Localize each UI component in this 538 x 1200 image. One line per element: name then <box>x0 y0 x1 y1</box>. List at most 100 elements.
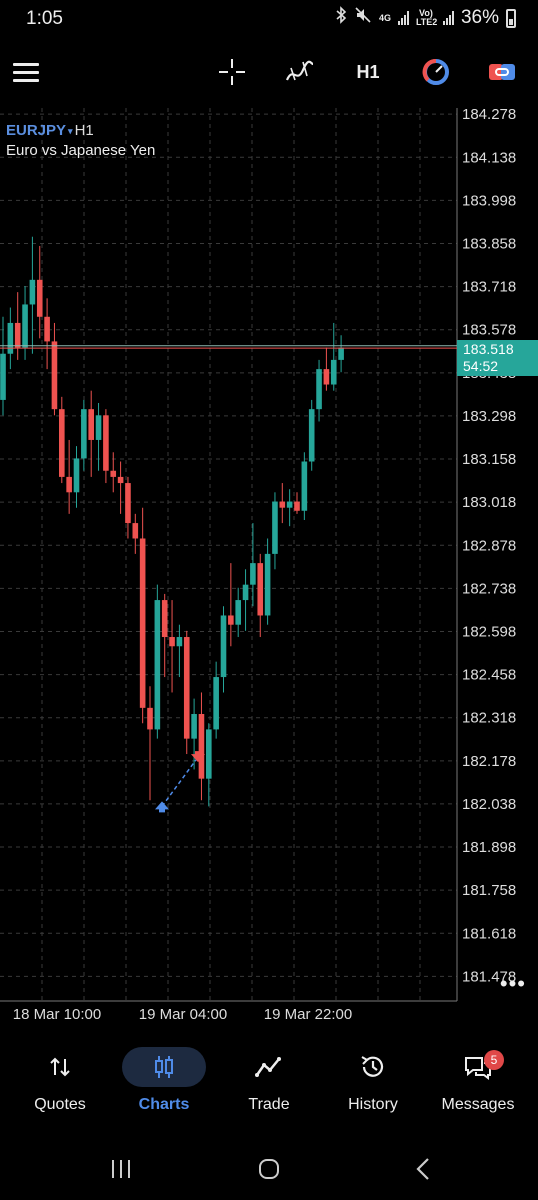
nav-messages-label: Messages <box>441 1096 515 1113</box>
candle-body <box>0 353 6 400</box>
candle-body <box>66 476 72 493</box>
nav-quotes-label: Quotes <box>34 1096 86 1113</box>
y-tick-label: 182.598 <box>462 623 516 640</box>
battery-percent: 36% <box>460 7 499 28</box>
candle-body <box>44 316 50 342</box>
network-volte: Vo) LTE2 <box>415 8 438 27</box>
candle-body <box>59 409 65 477</box>
candle-body <box>169 637 175 647</box>
messages-icon <box>428 1046 528 1088</box>
candle-body <box>51 341 58 410</box>
candlestick-chart[interactable]: 184.278 184.138 183.998 183.858 183.718 183.5… <box>0 108 538 1032</box>
candle-body <box>88 409 94 440</box>
nav-quotes[interactable]: Quotes <box>10 1046 110 1122</box>
nav-trade-label: Trade <box>248 1096 290 1113</box>
bottom-navigation: Quotes Charts Trade History 5 Messages <box>0 1040 538 1124</box>
timeframe-button[interactable]: H1 <box>350 54 386 90</box>
price-chart[interactable]: 184.278 184.138 183.998 183.858 183.718 183.5… <box>0 108 538 1032</box>
chart-toolbar: H1 <box>0 40 538 104</box>
candle-body <box>147 707 153 730</box>
candle-body <box>183 637 190 739</box>
buy-arrow-icon <box>155 801 169 813</box>
candle-body <box>161 600 168 638</box>
candle-body <box>36 279 43 317</box>
home-icon[interactable] <box>256 1156 282 1182</box>
y-tick-label: 182.878 <box>462 537 516 554</box>
candle-body <box>132 523 139 539</box>
current-price-value: 183.518 <box>463 341 514 358</box>
candle-body <box>22 304 28 348</box>
mute-icon <box>354 6 372 30</box>
candle-body <box>206 729 212 779</box>
more-options-icon[interactable]: ••• <box>500 971 526 997</box>
candle-body <box>323 369 330 385</box>
candle-body <box>286 501 293 508</box>
symbol-dropdown-icon[interactable]: ▾ <box>68 126 73 136</box>
symbol-name[interactable]: EURJPY <box>6 122 66 139</box>
symbol-timeframe: H1 <box>74 122 94 139</box>
history-icon <box>323 1046 423 1088</box>
candle-body <box>264 553 271 616</box>
trade-icon[interactable] <box>486 54 518 90</box>
nav-messages[interactable]: 5 Messages <box>428 1046 528 1122</box>
y-tick-label: 183.718 <box>462 279 516 296</box>
y-tick-label: 181.898 <box>462 839 516 856</box>
quotes-icon <box>10 1046 110 1088</box>
back-icon[interactable] <box>410 1156 436 1182</box>
candle-body <box>29 279 36 305</box>
one-click-trading-icon[interactable] <box>420 54 452 90</box>
y-tick-label: 181.618 <box>462 925 516 942</box>
y-tick-label: 183.018 <box>462 494 516 511</box>
candle-body <box>220 615 227 678</box>
nav-history[interactable]: History <box>323 1046 423 1122</box>
system-navigation <box>0 1140 538 1200</box>
indicators-icon[interactable] <box>283 54 317 90</box>
trade-connector-line <box>161 756 199 807</box>
candle-body <box>176 637 183 647</box>
candle-body <box>242 584 249 601</box>
candle-body <box>81 409 87 459</box>
y-tick-label: 182.458 <box>462 667 516 684</box>
candle-body <box>338 347 344 360</box>
candle-body <box>330 359 337 385</box>
crosshair-icon[interactable] <box>216 54 248 90</box>
candle-body <box>7 322 14 354</box>
candle-body <box>257 563 264 616</box>
recent-apps-icon[interactable] <box>108 1156 134 1182</box>
y-tick-label: 182.038 <box>462 796 516 813</box>
candle-body <box>272 501 278 554</box>
candle-body <box>95 415 102 440</box>
bluetooth-icon <box>335 6 347 30</box>
y-tick-label: 184.278 <box>462 108 516 123</box>
menu-icon[interactable] <box>12 54 40 90</box>
signal-icon <box>397 11 409 25</box>
y-tick-label: 182.178 <box>462 753 516 770</box>
candle-body <box>198 714 205 779</box>
nav-trade[interactable]: Trade <box>219 1046 319 1122</box>
y-tick-label: 183.298 <box>462 408 516 425</box>
candle-body <box>110 470 117 477</box>
nav-charts-label: Charts <box>138 1096 190 1113</box>
candle-body <box>103 415 109 471</box>
candle-body <box>316 369 322 410</box>
chart-symbol[interactable]: EURJPY ▾ H1 <box>6 122 94 139</box>
signal2-icon <box>442 11 454 25</box>
candle-body <box>228 615 234 625</box>
candle-body <box>154 600 161 730</box>
status-bar: 1:05 4G Vo) LTE2 36% <box>0 0 538 36</box>
candle-body <box>250 563 256 585</box>
candle-body <box>73 458 80 493</box>
y-tick-label: 183.578 <box>462 322 516 339</box>
charts-icon <box>122 1047 206 1087</box>
nav-charts[interactable]: Charts <box>114 1046 214 1122</box>
candle-body <box>191 714 197 739</box>
y-tick-label: 182.738 <box>462 580 516 597</box>
candle-body <box>213 677 219 730</box>
candle-body <box>117 476 124 484</box>
nav-history-label: History <box>348 1096 398 1113</box>
y-tick-label: 183.858 <box>462 235 516 252</box>
status-time: 1:05 <box>26 8 63 29</box>
messages-badge: 5 <box>484 1050 504 1070</box>
candle-body <box>14 322 21 348</box>
candle-body <box>139 538 146 708</box>
